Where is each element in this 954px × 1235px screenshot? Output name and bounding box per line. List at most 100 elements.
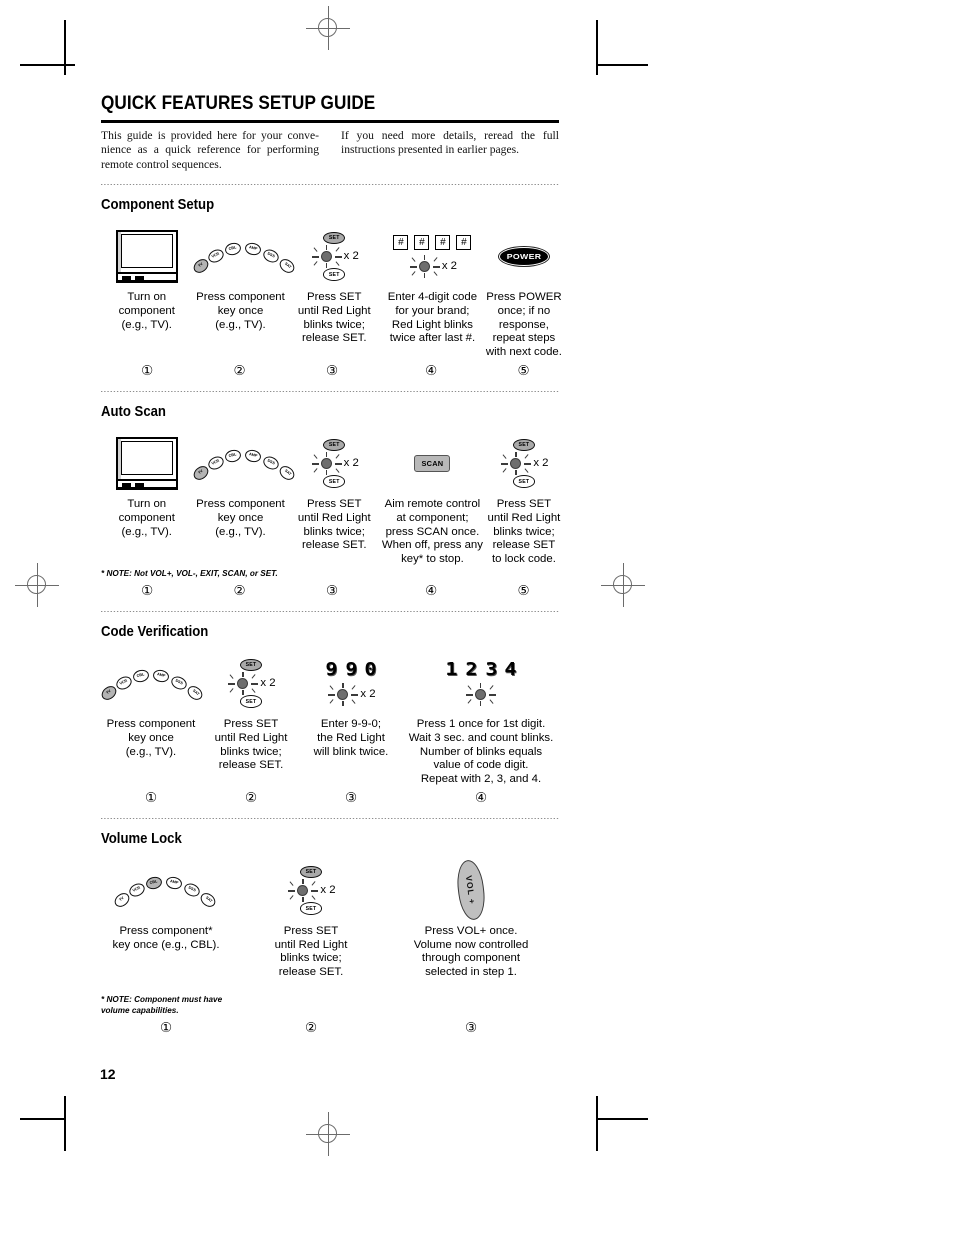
digit-key[interactable]: 0 (365, 661, 377, 679)
step-artwork: SCAN (380, 428, 485, 498)
section-auto-scan: Auto Scan Turn on component (e.g., TV). TV… (101, 404, 563, 599)
number-key[interactable]: # (393, 235, 409, 251)
component-key-tv[interactable]: TV (190, 256, 211, 277)
number-key[interactable]: # (435, 235, 451, 251)
component-key-label: SAT (191, 688, 200, 697)
component-key-label: CBL (228, 245, 237, 252)
step-artwork: SET x 2 SET (485, 428, 563, 498)
step-2: TV VCR CBL AMP DSS SAT Press component key onc… (190, 221, 297, 332)
television-icon (115, 437, 178, 491)
step-caption: Press SET until Red Light blinks twice; … (297, 291, 371, 345)
set-button[interactable]: SET (299, 865, 322, 879)
set-button-label: SET (305, 905, 317, 912)
trim-mark-top-left-h (20, 64, 75, 66)
step-artwork: VOL + (391, 855, 551, 925)
component-key-label: VCR (119, 678, 129, 687)
step-caption: Press component key once (e.g., TV). (196, 291, 285, 331)
step-row: TV VCR CBL AMP DSS SAT Press component* key on… (101, 855, 563, 979)
set-button-label: SET (328, 478, 340, 485)
digit-key[interactable]: 4 (505, 661, 517, 679)
digit-key[interactable]: 9 (325, 661, 337, 679)
step-4: 1 2 3 4 Press 1 once for 1st digit. Wait 3 s… (401, 648, 561, 786)
set-button[interactable]: SET (299, 902, 322, 915)
step-artwork: TV VCR CBL AMP DSS SAT (190, 221, 297, 291)
set-button[interactable]: SET (512, 438, 535, 452)
step-artwork (101, 221, 193, 291)
set-sequence-art: SET x 2 SET (310, 438, 359, 488)
component-key-label: SAT (204, 895, 213, 904)
component-key-label: VCR (210, 251, 220, 260)
component-key-dss[interactable]: DSS (260, 247, 281, 266)
digit-key[interactable]: 1 (445, 661, 457, 679)
page-content: QUICK FEATURES SETUP GUIDE This guide is… (99, 92, 563, 1036)
printed-page: QUICK FEATURES SETUP GUIDE This guide is… (0, 0, 954, 1235)
scan-button[interactable]: SCAN (414, 454, 451, 472)
step-number-row: ① ② ③ (101, 1016, 563, 1036)
step-number-row: ① ② ③ ④ ⑤ (101, 579, 563, 599)
step-caption: Press VOL+ once. Volume now controlled t… (413, 925, 529, 979)
set-sequence-art: SET x 2 SET (499, 438, 549, 488)
component-key-amp[interactable]: AMP (164, 875, 184, 891)
set-button[interactable]: SET (239, 695, 262, 708)
digit-key[interactable]: 2 (465, 661, 477, 679)
component-key-vcr[interactable]: VCR (127, 881, 147, 900)
trim-mark-bottom-left-v (64, 1096, 66, 1151)
step-1: TV VCR CBL AMP DSS SAT Press component key onc… (99, 648, 205, 759)
component-key-label: TV (196, 469, 204, 476)
component-key-dss[interactable]: DSS (182, 881, 202, 900)
component-key-arc: TV VCR CBL AMP DSS SAT (112, 867, 218, 913)
component-key-arc: TV VCR CBL AMP DSS SAT (99, 660, 205, 706)
trim-mark-top-right-h (598, 64, 648, 66)
trim-mark-top-right-v (596, 20, 598, 75)
component-key-label: TV (118, 896, 125, 903)
step-artwork: SET x 2 SET (289, 221, 381, 291)
set-button[interactable]: SET (512, 475, 535, 488)
component-key-arc: TV VCR CBL AMP DSS SAT (190, 440, 297, 486)
step-artwork: POWER (485, 221, 563, 291)
step-caption: Enter 9-9-0; the Red Light will blink tw… (313, 718, 389, 758)
component-key-dss[interactable]: DSS (260, 454, 281, 473)
digit-key[interactable]: 9 (345, 661, 357, 679)
step-number: ② (233, 363, 246, 379)
component-key-cbl[interactable]: CBL (223, 448, 242, 465)
component-key-label: TV (196, 262, 204, 269)
red-light-icon (499, 452, 533, 476)
digit-key[interactable]: 3 (485, 661, 497, 679)
number-key[interactable]: # (456, 235, 472, 251)
step-number: ① (144, 790, 158, 806)
component-key-cbl[interactable]: CBL (144, 875, 164, 892)
hash-key-row: # # # # (393, 235, 472, 251)
component-key-amp[interactable]: AMP (243, 448, 262, 464)
number-key[interactable]: # (414, 235, 430, 251)
set-button[interactable]: SET (323, 231, 346, 245)
step-3: VOL + Press VOL+ once. Volume now control… (391, 855, 551, 979)
set-button[interactable]: SET (323, 438, 346, 452)
component-key-cbl[interactable]: CBL (131, 668, 151, 685)
component-key-sat[interactable]: SAT (198, 890, 218, 910)
component-key-dss[interactable]: DSS (169, 674, 189, 693)
set-button[interactable]: SET (239, 658, 262, 672)
component-key-amp[interactable]: AMP (151, 668, 171, 684)
set-button[interactable]: SET (323, 268, 346, 281)
step-number: ⑤ (517, 363, 530, 379)
component-key-tv[interactable]: TV (190, 463, 211, 483)
set-button[interactable]: SET (323, 475, 346, 488)
component-key-cbl[interactable]: CBL (223, 241, 242, 258)
set-sequence-art: SET x 2 SET (226, 658, 276, 708)
page-number: 12 (100, 1066, 116, 1082)
step-artwork: TV VCR CBL AMP DSS SAT (190, 428, 297, 498)
volume-up-button[interactable]: VOL + (454, 858, 488, 923)
section-divider (101, 818, 559, 820)
component-key-amp[interactable]: AMP (243, 241, 262, 257)
page-title: QUICK FEATURES SETUP GUIDE (101, 92, 376, 114)
step-caption: Press SET until Red Light blinks twice; … (214, 718, 288, 772)
step-2: SET x 2 SET Press SET until Red Light blink… (231, 855, 391, 979)
step-caption: Turn on component (e.g., TV). (118, 498, 175, 538)
section-title-component-setup: Component Setup (101, 197, 215, 214)
step-5: POWER Press POWER once; if no response, r… (485, 221, 563, 359)
power-button[interactable]: POWER (497, 245, 550, 267)
component-key-label: VCR (132, 885, 142, 894)
step-caption: Press SET until Red Light blinks twice; … (297, 498, 371, 552)
component-key-vcr[interactable]: VCR (114, 674, 134, 693)
step-2: TV VCR CBL AMP DSS SAT Press component key onc… (190, 428, 297, 539)
